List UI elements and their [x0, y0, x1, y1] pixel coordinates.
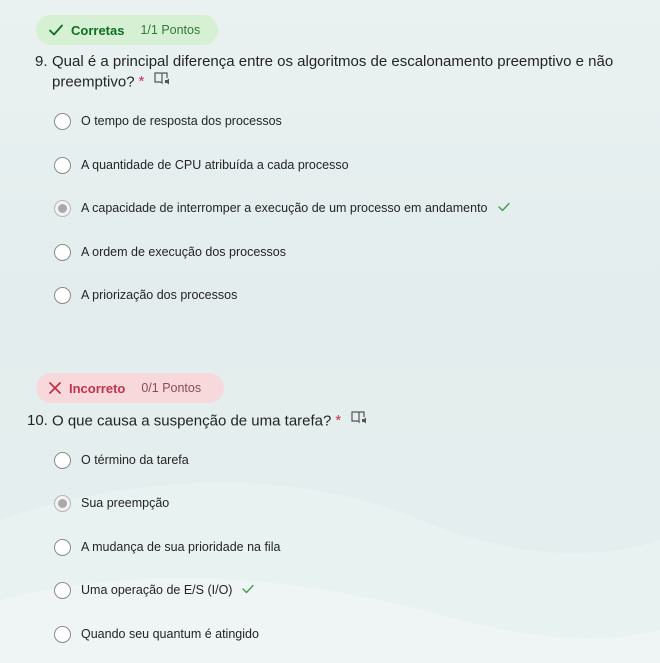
radio-button[interactable] [54, 581, 71, 599]
option-label: Uma operação de E/S (I/O) [81, 583, 233, 597]
points-label: 1/1 Pontos [140, 23, 201, 37]
points-label: 0/1 Pontos [141, 381, 202, 395]
option-row[interactable]: Quando seu quantum é atingido [54, 623, 259, 645]
option-row[interactable]: A mudança de sua prioridade na fila [54, 536, 280, 558]
x-mark-icon [48, 381, 62, 395]
option-row[interactable]: A ordem de execução dos processos [54, 241, 286, 263]
question-text-line1: O que causa a suspenção de uma tarefa? [52, 412, 332, 430]
radio-button[interactable] [54, 156, 71, 174]
option-row[interactable]: Uma operação de E/S (I/O) [54, 579, 255, 601]
radio-button[interactable] [54, 286, 71, 304]
option-row-selected[interactable]: Sua preempção [54, 492, 169, 514]
option-row[interactable]: A quantidade de CPU atribuída a cada pro… [54, 154, 349, 176]
required-mark: * [138, 73, 145, 91]
result-badge-correct: Corretas 1/1 Pontos [36, 15, 218, 45]
radio-button[interactable] [54, 112, 71, 130]
correct-answer-checkmark-icon [497, 201, 510, 215]
immersive-reader-icon[interactable] [351, 410, 368, 431]
checkmark-icon [48, 22, 64, 38]
radio-button[interactable] [54, 451, 71, 469]
option-row[interactable]: O tempo de resposta dos processos [54, 110, 282, 132]
question-text-line1: Qual é a principal diferença entre os al… [52, 53, 614, 70]
correct-answer-checkmark-icon [242, 583, 255, 597]
radio-button[interactable] [54, 625, 71, 643]
option-label: O término da tarefa [81, 453, 189, 467]
option-row-selected[interactable]: A capacidade de interromper a execução d… [54, 197, 510, 219]
question-number: 9. [35, 53, 48, 70]
option-label: O tempo de resposta dos processos [81, 114, 282, 128]
required-mark: * [335, 412, 342, 430]
option-label: A quantidade de CPU atribuída a cada pro… [81, 158, 349, 172]
radio-button[interactable] [54, 538, 71, 556]
result-badge-incorrect: Incorreto 0/1 Pontos [36, 373, 224, 403]
option-label: A mudança de sua prioridade na fila [81, 540, 281, 554]
option-row[interactable]: O término da tarefa [54, 449, 189, 471]
option-label: A priorização dos processos [81, 288, 238, 302]
option-label: Sua preempção [81, 496, 170, 510]
option-row[interactable]: A priorização dos processos [54, 284, 237, 306]
question-title: O que causa a suspenção de uma tarefa? * [52, 411, 652, 432]
radio-button[interactable] [54, 243, 71, 261]
radio-button-selected[interactable] [54, 494, 71, 512]
question-title: Qual é a principal diferença entre os al… [52, 52, 652, 93]
question-number: 10. [27, 412, 48, 429]
question-text-line2: preemptivo? [52, 73, 135, 91]
result-label: Corretas [71, 22, 125, 38]
immersive-reader-icon[interactable] [154, 71, 171, 92]
radio-button-selected[interactable] [54, 199, 71, 217]
option-label: Quando seu quantum é atingido [81, 627, 259, 641]
option-label: A ordem de execução dos processos [81, 245, 286, 259]
result-label: Incorreto [69, 380, 126, 396]
background-wave [0, 482, 660, 663]
option-label: A capacidade de interromper a execução d… [81, 201, 488, 215]
